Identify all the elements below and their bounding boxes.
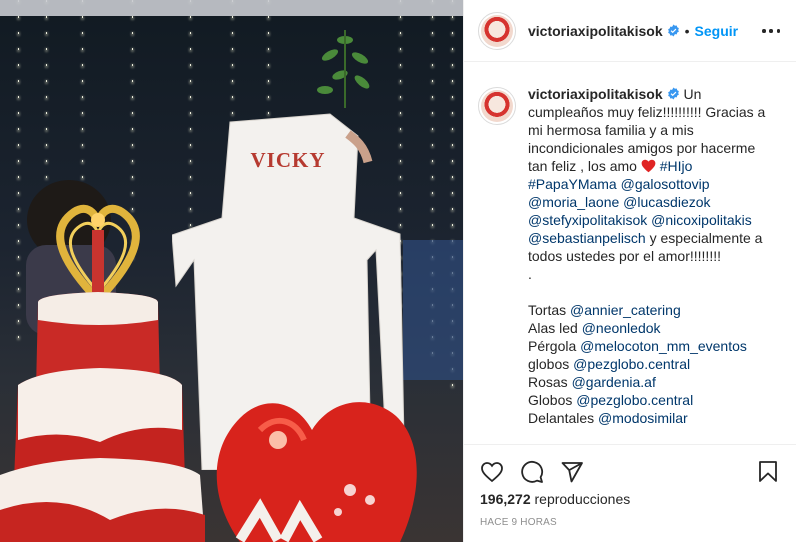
- caption-username[interactable]: victoriaxipolitakisok: [528, 86, 663, 102]
- red-heart-emoji-icon: [641, 159, 656, 173]
- more-horizontal-icon[interactable]: [762, 22, 780, 40]
- avatar[interactable]: [478, 11, 516, 50]
- mention-link[interactable]: @galosottovip: [621, 176, 710, 192]
- verified-badge-icon: [667, 87, 680, 100]
- caption-dot: .: [528, 266, 532, 282]
- caption-section: victoriaxipolitakisok Un cumpleaños muy …: [464, 63, 796, 443]
- mention-link[interactable]: @neonledok: [582, 320, 661, 336]
- credit-line: Rosas @gardenia.af: [528, 374, 656, 390]
- post-timestamp[interactable]: HACE 9 HORAS: [464, 507, 796, 528]
- mention-link[interactable]: @melocoton_mm_eventos: [580, 338, 747, 354]
- bookmark-icon[interactable]: [756, 460, 780, 484]
- sign-name: VICKY: [250, 148, 326, 172]
- mention-link[interactable]: @pezglobo.central: [573, 356, 690, 372]
- avatar[interactable]: [478, 87, 516, 125]
- comment-icon[interactable]: [520, 460, 544, 484]
- post-actions: 196,272 reproducciones HACE 9 HORAS: [464, 444, 796, 542]
- post-video[interactable]: VICKY: [0, 0, 463, 542]
- separator-dot: •: [684, 22, 690, 39]
- hashtag-link[interactable]: #HIjo: [660, 158, 693, 174]
- mention-link[interactable]: @stefyxipolitakisok: [528, 212, 647, 228]
- paper-plane-icon[interactable]: [560, 460, 584, 484]
- mention-link[interactable]: @gardenia.af: [572, 374, 656, 390]
- credit-line: Alas led @neonledok: [528, 320, 661, 336]
- heart-balloon: [216, 402, 417, 542]
- birthday-cake: [0, 204, 205, 542]
- post-sidebar: victoriaxipolitakisok • Seguir victoriax…: [463, 0, 796, 542]
- follow-button[interactable]: Seguir: [695, 23, 739, 39]
- mention-link[interactable]: @lucasdiezok: [623, 194, 710, 210]
- verified-badge-icon: [667, 24, 680, 37]
- credit-line: Delantales @modosimilar: [528, 410, 688, 426]
- post-header: victoriaxipolitakisok • Seguir: [464, 0, 796, 62]
- caption-text: victoriaxipolitakisok Un cumpleaños muy …: [528, 85, 768, 443]
- plant-decoration: [317, 30, 370, 108]
- username-link[interactable]: victoriaxipolitakisok: [528, 23, 663, 39]
- views-count[interactable]: 196,272 reproducciones: [464, 487, 796, 507]
- credit-line: Tortas @annier_catering: [528, 302, 681, 318]
- heart-outline-icon[interactable]: [480, 460, 504, 484]
- mention-link[interactable]: @sebastianpelisch: [528, 230, 646, 246]
- mention-link[interactable]: @nicoxipolitakis: [651, 212, 752, 228]
- hashtag-link[interactable]: #PapaYMama: [528, 176, 617, 192]
- mention-link[interactable]: @modosimilar: [598, 410, 688, 426]
- credit-line: globos @pezglobo.central: [528, 356, 691, 372]
- credit-line: Pérgola @melocoton_mm_eventos: [528, 338, 747, 354]
- mention-link[interactable]: @moria_laone: [528, 194, 619, 210]
- mention-link[interactable]: @annier_catering: [570, 302, 681, 318]
- ceiling-canopy: [0, 0, 463, 16]
- instagram-post: VICKY victoriaxipolitakisok • Seguir vic…: [0, 0, 796, 542]
- credit-line: Globos @pezglobo.central: [528, 392, 694, 408]
- mention-link[interactable]: @pezglobo.central: [576, 392, 693, 408]
